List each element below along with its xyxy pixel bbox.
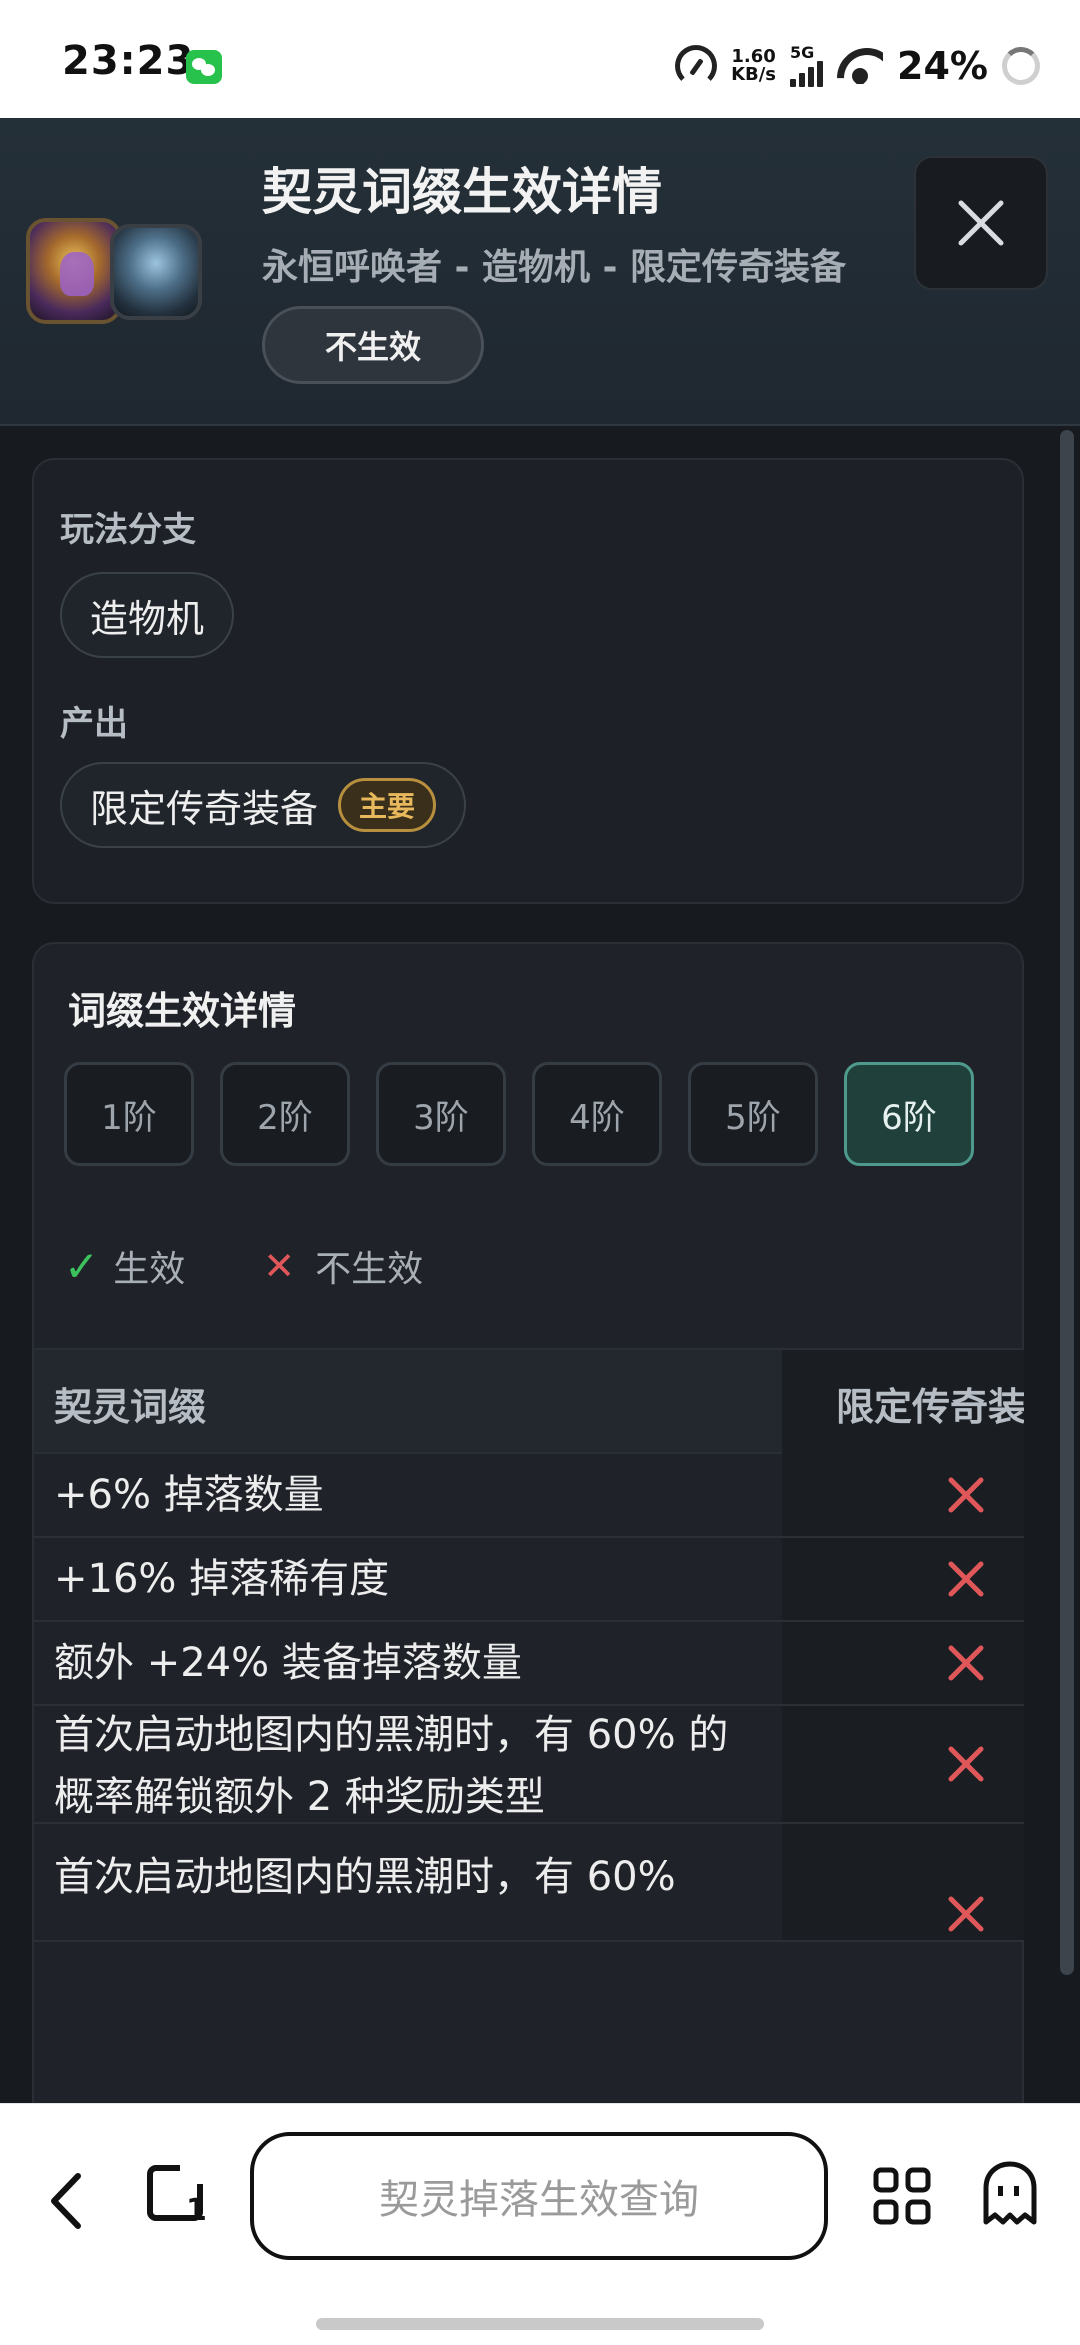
cross-icon: ✕	[263, 1244, 296, 1288]
loading-ring-icon	[1002, 47, 1040, 85]
status-cell	[782, 1454, 1024, 1536]
tier-button-6[interactable]: 6阶	[844, 1062, 974, 1166]
affix-details-card: 词缀生效详情 1阶 2阶 3阶 4阶 5阶 6阶 ✓ 生效 ✕ 不生效 契灵词缀…	[32, 942, 1024, 2103]
status-cell	[782, 1538, 1024, 1620]
tabs-icon: 1	[147, 2164, 208, 2228]
cross-icon	[948, 1746, 984, 1782]
tabs-button[interactable]: 1	[146, 2164, 208, 2228]
net-speed: 1.60 KB/s	[731, 48, 776, 84]
status-indicators: 1.60 KB/s 5G 24%	[675, 38, 1040, 94]
network-type: 5G	[790, 43, 815, 62]
page-subtitle: 永恒呼唤者 - 造物机 - 限定传奇装备	[262, 247, 847, 288]
cellular-signal: 5G	[790, 43, 824, 87]
primary-badge: 主要	[338, 778, 437, 832]
legend-effective: 生效	[113, 1249, 186, 1290]
status-time: 23:23	[62, 38, 195, 84]
table-header: 契灵词缀 限定传奇装备	[34, 1348, 1024, 1456]
tier-button-1[interactable]: 1阶	[64, 1062, 194, 1166]
status-cell	[782, 1706, 1024, 1822]
avatar-hero	[26, 218, 122, 324]
scrollbar[interactable]	[1060, 430, 1074, 1975]
close-icon	[958, 200, 1004, 246]
affix-table: 契灵词缀 限定传奇装备 +6% 掉落数量 +16% 掉落稀有度 额外 +24% …	[34, 1348, 1024, 1942]
home-indicator	[316, 2318, 764, 2330]
check-icon: ✓	[64, 1241, 100, 1291]
output-chip: 限定传奇装备 主要	[60, 762, 467, 848]
cross-icon	[948, 1896, 984, 1932]
branch-label: 玩法分支	[60, 510, 196, 550]
net-speed-unit: KB/s	[731, 64, 777, 85]
cross-icon	[948, 1561, 984, 1597]
close-button[interactable]	[914, 156, 1048, 290]
status-cell	[782, 1622, 1024, 1704]
detail-content[interactable]: 玩法分支 造物机 产出 限定传奇装备 主要 词缀生效详情 1阶 2阶 3阶 4阶…	[0, 428, 1080, 2103]
back-arrow-icon[interactable]	[44, 2166, 90, 2236]
status-cell	[782, 1824, 1024, 1940]
cross-icon	[948, 1645, 984, 1681]
legend: ✓ 生效 ✕ 不生效	[64, 1240, 423, 1292]
output-label: 产出	[60, 704, 128, 744]
detail-header: 契灵词缀生效详情 永恒呼唤者 - 造物机 - 限定传奇装备 不生效	[0, 118, 1080, 426]
cross-icon	[948, 1477, 984, 1513]
legend-ineffective: 不生效	[315, 1249, 424, 1290]
wechat-icon	[186, 50, 222, 84]
status-bar: 23:23 1.60 KB/s 5G 24%	[0, 0, 1080, 118]
output-value: 限定传奇装备	[90, 786, 319, 831]
tier-selector: 1阶 2阶 3阶 4阶 5阶 6阶	[64, 1062, 974, 1166]
table-row: 首次启动地图内的黑潮时，有 60%	[34, 1824, 1024, 1942]
tier-button-5[interactable]: 5阶	[688, 1062, 818, 1166]
table-row: +16% 掉落稀有度	[34, 1538, 1024, 1622]
tab-count: 1	[186, 2193, 207, 2226]
tier-button-4[interactable]: 4阶	[532, 1062, 662, 1166]
avatar-group	[26, 218, 212, 328]
table-row: 首次启动地图内的黑潮时，有 60% 的概率解锁额外 2 种奖励类型	[34, 1706, 1024, 1824]
signal-bars-icon	[790, 61, 824, 87]
affix-text: 首次启动地图内的黑潮时，有 60% 的概率解锁额外 2 种奖励类型	[54, 1712, 729, 1820]
tier-button-2[interactable]: 2阶	[220, 1062, 350, 1166]
info-card: 玩法分支 造物机 产出 限定传奇装备 主要	[32, 458, 1024, 904]
apps-grid-icon[interactable]	[872, 2166, 932, 2226]
battery-level: 24%	[897, 44, 988, 88]
search-box[interactable]: 契灵掉落生效查询	[250, 2132, 828, 2260]
status-badge: 不生效	[262, 306, 484, 384]
speedometer-icon	[675, 45, 718, 87]
wifi-icon	[837, 48, 883, 84]
section-title: 词缀生效详情	[68, 989, 297, 1033]
browser-bottom-bar: 1 契灵掉落生效查询	[0, 2103, 1080, 2345]
avatar-machine	[110, 224, 202, 320]
column-header-affix: 契灵词缀	[54, 1384, 207, 1429]
column-header-equipment: 限定传奇装备	[782, 1350, 1024, 1456]
table-row: +6% 掉落数量	[34, 1454, 1024, 1538]
branch-chip: 造物机	[60, 572, 235, 658]
tier-button-3[interactable]: 3阶	[376, 1062, 506, 1166]
assistant-ghost-icon[interactable]	[980, 2160, 1040, 2230]
table-row: 额外 +24% 装备掉落数量	[34, 1622, 1024, 1706]
page-title: 契灵词缀生效详情	[262, 163, 662, 221]
